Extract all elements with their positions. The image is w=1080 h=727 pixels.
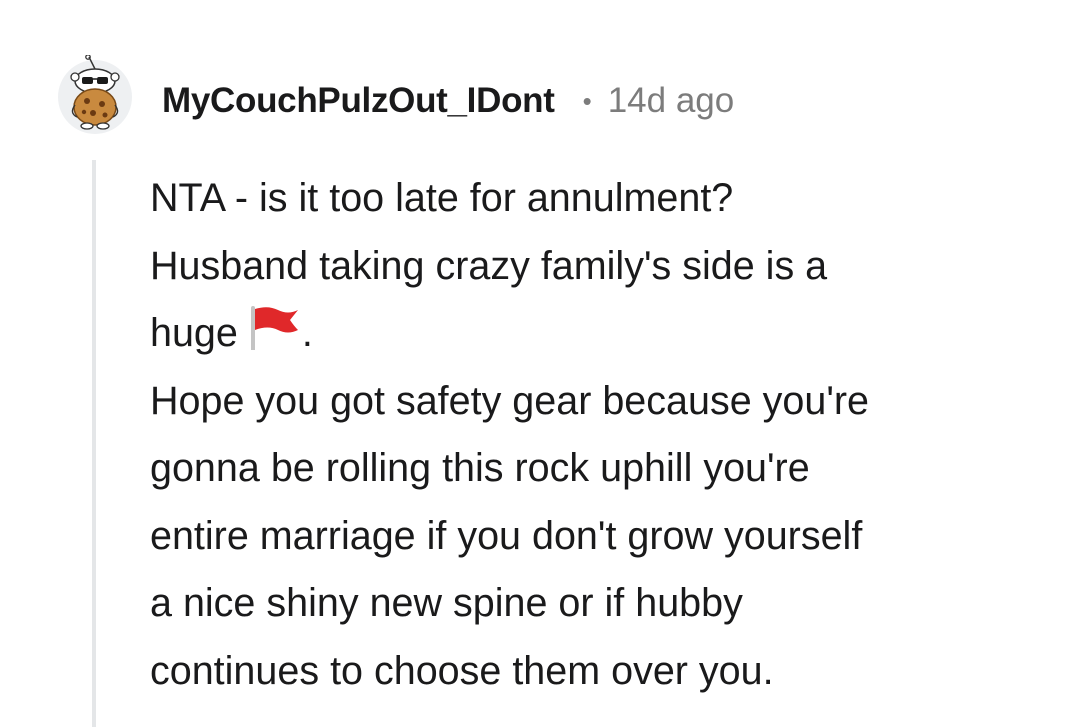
comment-line-text: huge — [150, 311, 238, 355]
thread-line[interactable] — [92, 160, 96, 727]
username-link[interactable]: MyCouchPulzOut_IDont — [162, 81, 555, 121]
comment-line: NTA - is it too late for annulment? — [150, 176, 734, 220]
snoo-avatar-icon[interactable] — [55, 54, 135, 135]
comment-header: MyCouchPulzOut_IDont • 14d ago — [162, 76, 734, 126]
comment-line: gonna be rolling this rock uphill you're — [150, 446, 810, 490]
red-flag-icon — [246, 304, 302, 352]
comment-body: NTA - is it too late for annulment? Husb… — [150, 165, 1050, 705]
comment-line: Husband taking crazy family's side is a — [150, 243, 828, 288]
comment-line-with-emoji: huge. — [150, 300, 1050, 368]
comment-line: Hope you got safety gear because you're — [150, 378, 870, 423]
separator-dot: • — [582, 85, 592, 116]
comment-line: a nice shiny new spine or if hubby — [150, 581, 743, 625]
comment-line: entire marriage if you don't grow yourse… — [150, 513, 863, 558]
comment-line: continues to choose them over you. — [150, 648, 774, 693]
comment: MyCouchPulzOut_IDont • 14d ago NTA - is … — [0, 0, 1080, 727]
comment-timestamp: 14d ago — [607, 81, 735, 120]
comment-line-period: . — [301, 311, 313, 355]
